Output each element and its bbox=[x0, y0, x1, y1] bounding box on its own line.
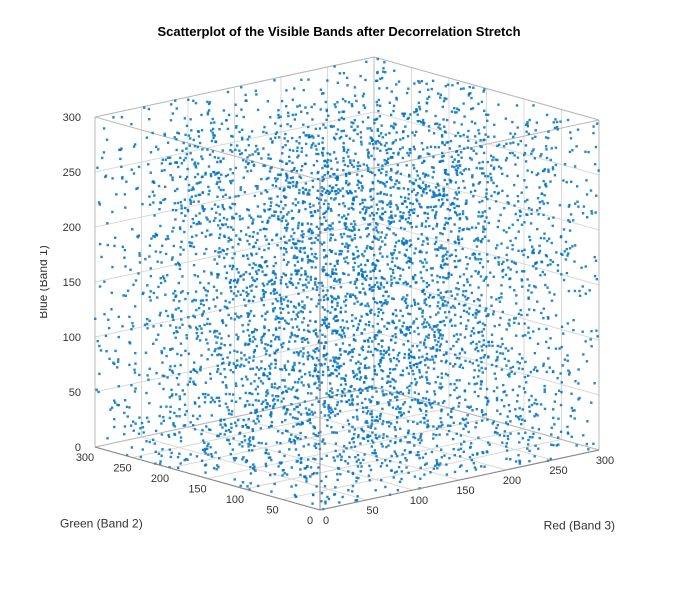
svg-text:100: 100 bbox=[226, 494, 244, 506]
svg-text:100: 100 bbox=[410, 495, 428, 507]
svg-text:300: 300 bbox=[596, 455, 614, 467]
svg-text:50: 50 bbox=[69, 387, 81, 399]
svg-text:50: 50 bbox=[266, 505, 278, 517]
svg-text:Red (Band 3): Red (Band 3) bbox=[544, 519, 615, 533]
svg-text:200: 200 bbox=[151, 473, 169, 485]
svg-text:Green (Band 2): Green (Band 2) bbox=[60, 516, 143, 530]
chart-title: Scatterplot of the Visible Bands after D… bbox=[0, 24, 678, 39]
svg-text:100: 100 bbox=[63, 332, 81, 344]
svg-text:250: 250 bbox=[63, 167, 81, 179]
svg-text:200: 200 bbox=[503, 475, 521, 487]
svg-text:200: 200 bbox=[63, 222, 81, 234]
svg-text:250: 250 bbox=[113, 463, 131, 475]
chart-3d-scatter: 0 50 100 150 200 250 300 0 50 100 150 200 250 300 0 50 1… bbox=[40, 50, 640, 570]
svg-text:150: 150 bbox=[456, 485, 474, 497]
svg-text:150: 150 bbox=[63, 277, 81, 289]
svg-text:150: 150 bbox=[188, 484, 206, 496]
svg-text:0: 0 bbox=[323, 515, 329, 527]
svg-text:0: 0 bbox=[307, 515, 313, 527]
svg-text:Blue (Band 1): Blue (Band 1) bbox=[40, 245, 50, 318]
svg-text:300: 300 bbox=[63, 112, 81, 124]
svg-text:50: 50 bbox=[366, 505, 378, 517]
svg-text:0: 0 bbox=[75, 442, 81, 454]
svg-text:250: 250 bbox=[549, 465, 567, 477]
